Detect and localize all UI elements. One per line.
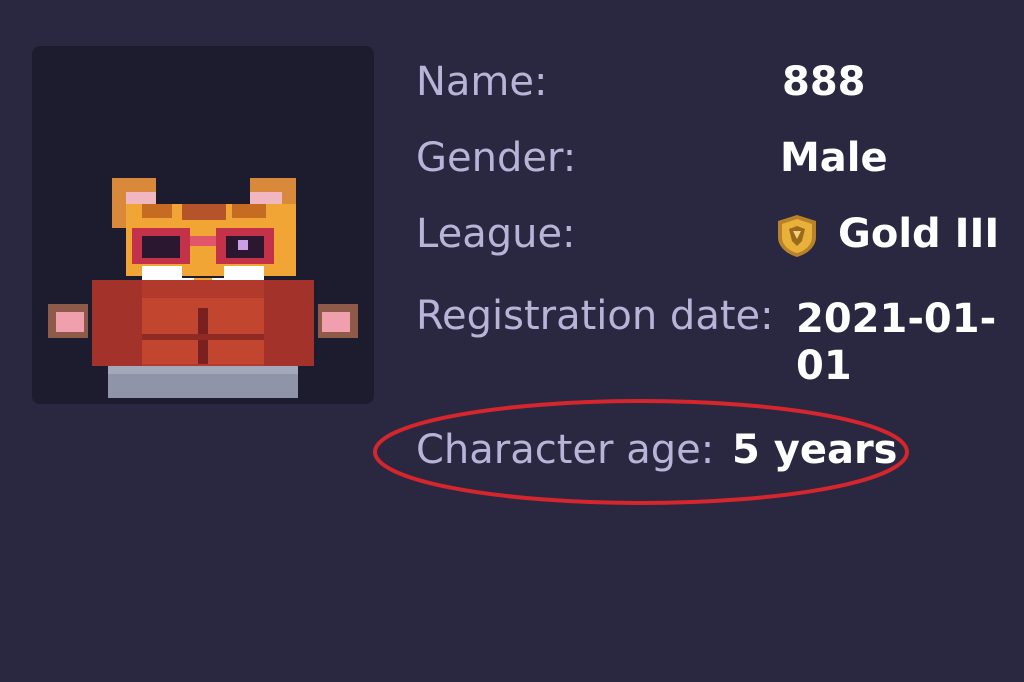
pixel-cat-avatar-icon <box>48 178 358 398</box>
name-label: Name: <box>416 59 548 105</box>
character-avatar <box>32 46 374 404</box>
league-label: League: <box>416 211 576 257</box>
registration-date-label: Registration date: <box>416 293 774 339</box>
league-value: Gold III <box>838 211 1000 257</box>
gender-label: Gender: <box>416 135 577 181</box>
registration-date-value: 2021-01-01 <box>796 296 997 390</box>
name-value: 888 <box>782 59 866 105</box>
gender-value: Male <box>780 135 888 181</box>
highlight-ellipse <box>373 399 909 505</box>
gold-league-shield-icon <box>778 215 816 257</box>
